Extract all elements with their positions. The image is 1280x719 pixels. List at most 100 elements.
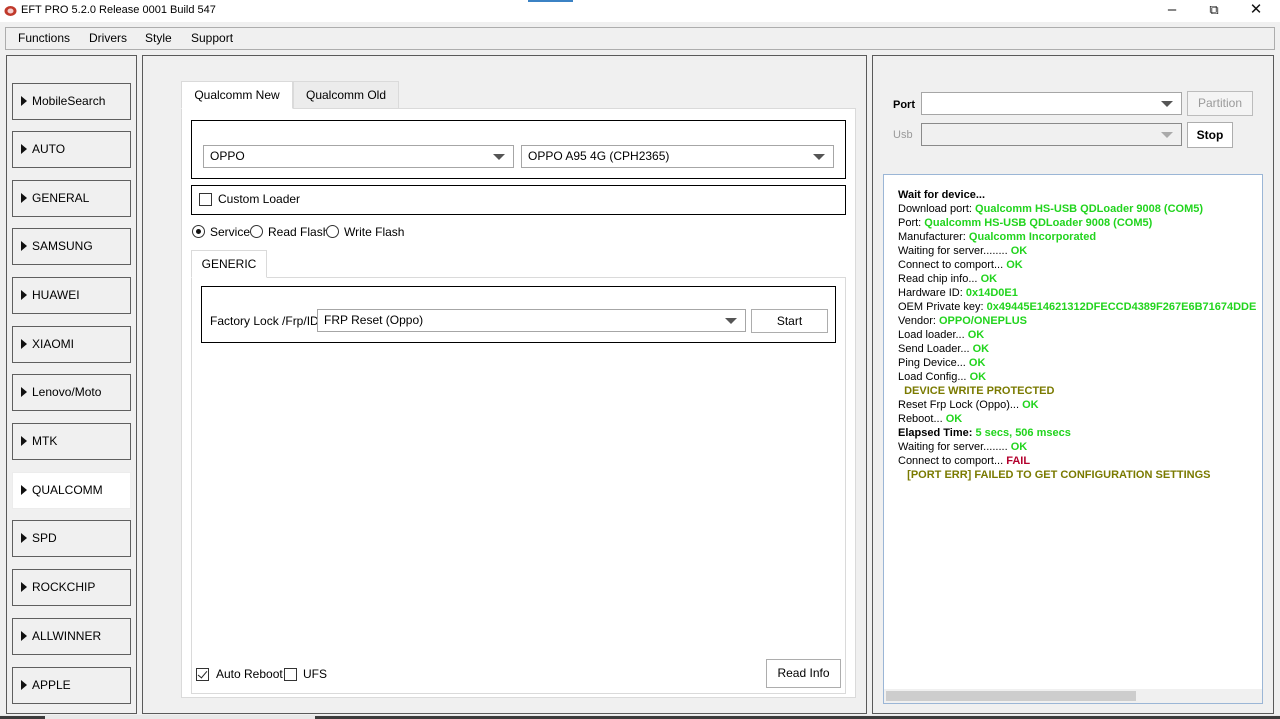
log-line-result: OK (1010, 245, 1028, 257)
log-line-result: 0x14D0E1 (965, 287, 1018, 299)
log-line-result: OK (1022, 399, 1039, 411)
log-line: Wait for device... (898, 188, 1258, 202)
chevron-down-icon (725, 318, 737, 324)
log-line-result: OK (945, 413, 963, 425)
log-line-result: Qualcomm HS-USB QDLoader 9008 (COM5) (924, 217, 1153, 229)
log-line-result: 5 secs, 506 msecs (975, 427, 1071, 439)
custom-loader-checkbox[interactable] (199, 193, 212, 206)
log-line: Waiting for server........ OK (898, 244, 1258, 258)
log-line-result: OK (972, 343, 990, 355)
log-panel: Port Partition Usb Stop Wait for device.… (872, 55, 1274, 714)
partition-button[interactable]: Partition (1187, 91, 1253, 116)
sidebar-item-rockchip[interactable]: ROCKCHIP (12, 569, 131, 606)
restore-button[interactable]: ⧉ (1191, 0, 1237, 22)
menu-bar: Functions Drivers Style Support (5, 27, 1275, 50)
horizontal-scrollbar[interactable] (884, 689, 1262, 703)
function-group: Factory Lock /Frp/ID FRP Reset (Oppo) St… (201, 286, 836, 343)
start-button[interactable]: Start (751, 309, 828, 333)
log-line: Read chip info... OK (898, 272, 1258, 286)
log-line-text: OEM Private key: (898, 301, 987, 313)
model-select[interactable]: OPPO A95 4G (CPH2365) (521, 145, 834, 168)
sidebar-item-general[interactable]: GENERAL (12, 180, 131, 217)
usb-label: Usb (893, 129, 913, 141)
log-line-result: OK (967, 329, 985, 341)
log-line-text: Reset Frp Lock (Oppo)... (898, 399, 1023, 411)
log-line-result: 0x49445E14621312DFECCD4389F267E6B71674DD… (986, 301, 1257, 313)
title-accent-bar (528, 0, 573, 2)
sidebar-item-lenovo-moto[interactable]: Lenovo/Moto (12, 374, 131, 411)
menu-support[interactable]: Support (185, 28, 239, 49)
log-output[interactable]: Wait for device... Download port: Qualcom… (883, 174, 1263, 704)
scrollbar-thumb[interactable] (886, 691, 1136, 701)
custom-loader-group: Custom Loader (191, 185, 846, 215)
play-arrow-icon (21, 485, 27, 495)
port-select[interactable] (921, 92, 1182, 115)
tab-content: OPPO OPPO A95 4G (CPH2365) Custom Loader… (181, 108, 856, 698)
log-line: Reboot... OK (898, 412, 1258, 426)
usb-select[interactable] (921, 123, 1182, 146)
tab-generic[interactable]: GENERIC (191, 250, 267, 278)
log-line-text: Connect to comport... (898, 259, 1007, 271)
log-line: [PORT ERR] FAILED TO GET CONFIGURATION S… (898, 468, 1258, 482)
menu-functions[interactable]: Functions (12, 28, 76, 49)
log-line-result: FAIL (1006, 455, 1031, 467)
log-line: OEM Private key: 0x49445E14621312DFECCD4… (898, 300, 1258, 314)
function-select[interactable]: FRP Reset (Oppo) (317, 309, 746, 332)
tab-qualcomm-old[interactable]: Qualcomm Old (293, 81, 399, 109)
play-arrow-icon (21, 96, 27, 106)
sidebar-item-label: MTK (32, 434, 58, 448)
log-line-text: Vendor: (898, 315, 939, 327)
play-arrow-icon (21, 387, 27, 397)
log-line: Ping Device... OK (898, 356, 1258, 370)
service-radio[interactable] (192, 225, 205, 238)
function-label: Factory Lock /Frp/ID (210, 314, 319, 328)
sidebar-item-allwinner[interactable]: ALLWINNER (12, 618, 131, 655)
log-line-result: OK (980, 273, 998, 285)
menu-drivers[interactable]: Drivers (83, 28, 133, 49)
log-line-result: OPPO/ONEPLUS (938, 315, 1028, 327)
log-line-result: OK (968, 357, 986, 369)
read-flash-radio[interactable] (250, 225, 263, 238)
read-info-button[interactable]: Read Info (766, 659, 841, 688)
auto-reboot-label: Auto Reboot (216, 667, 283, 681)
sidebar-item-apple[interactable]: APPLE (12, 667, 131, 704)
close-button[interactable]: ✕ (1233, 0, 1279, 22)
sidebar-item-mobilesearch[interactable]: MobileSearch (12, 83, 131, 120)
menu-style[interactable]: Style (139, 28, 178, 49)
log-line: Vendor: OPPO/ONEPLUS (898, 314, 1258, 328)
tab-qualcomm-new[interactable]: Qualcomm New (181, 81, 293, 109)
minimize-button[interactable]: – (1149, 0, 1195, 22)
write-flash-radio[interactable] (326, 225, 339, 238)
sidebar-item-label: SAMSUNG (32, 239, 93, 253)
sidebar-item-huawei[interactable]: HUAWEI (12, 277, 131, 314)
sidebar-item-xiaomi[interactable]: XIAOMI (12, 326, 131, 363)
sidebar-item-label: APPLE (32, 678, 71, 692)
sidebar-item-label: ALLWINNER (32, 629, 102, 643)
stop-button[interactable]: Stop (1187, 122, 1233, 148)
log-line-result: OK (969, 371, 987, 383)
read-flash-label: Read Flash (268, 225, 330, 239)
sidebar-item-qualcomm[interactable]: QUALCOMM (12, 472, 131, 509)
chevron-down-icon (813, 154, 825, 160)
log-line-result: Qualcomm Incorporated (968, 231, 1097, 243)
sidebar-item-auto[interactable]: AUTO (12, 131, 131, 168)
ufs-checkbox[interactable] (284, 668, 297, 681)
log-line: DEVICE WRITE PROTECTED (898, 384, 1258, 398)
chevron-down-icon (493, 154, 505, 160)
log-line-result: Qualcomm HS-USB QDLoader 9008 (COM5) (975, 203, 1204, 215)
chevron-down-icon (1161, 101, 1173, 107)
play-arrow-icon (21, 582, 27, 592)
sidebar-item-mtk[interactable]: MTK (12, 423, 131, 460)
auto-reboot-checkbox[interactable] (196, 668, 209, 681)
ufs-label: UFS (303, 667, 327, 681)
log-line: Elapsed Time: 5 secs, 506 msecs (898, 426, 1258, 440)
sidebar-item-label: MobileSearch (32, 94, 106, 108)
log-line-text: Wait for device... (898, 189, 986, 201)
log-line: Load Config... OK (898, 370, 1258, 384)
sidebar-item-spd[interactable]: SPD (12, 520, 131, 557)
sidebar-item-samsung[interactable]: SAMSUNG (12, 228, 131, 265)
brand-select[interactable]: OPPO (203, 145, 514, 168)
log-line-result: OK (1010, 441, 1028, 453)
log-line-text: Waiting for server........ (898, 245, 1011, 257)
app-icon (4, 6, 17, 16)
